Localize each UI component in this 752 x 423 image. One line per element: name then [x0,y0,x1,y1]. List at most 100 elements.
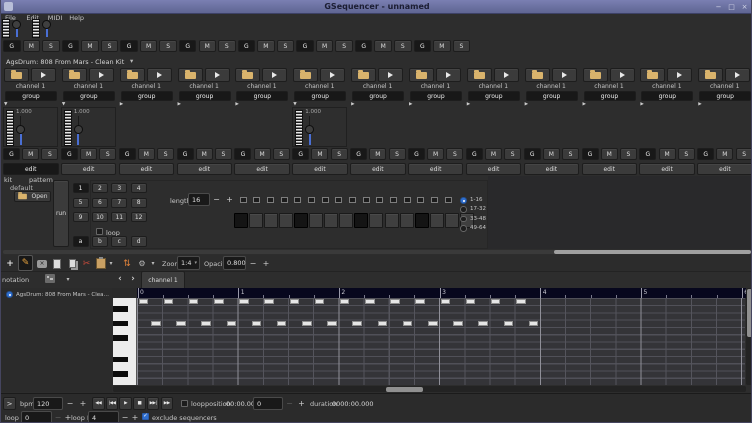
line-edit-button[interactable]: edit [3,163,59,175]
channel-open-button[interactable] [120,68,145,82]
note[interactable] [302,321,312,326]
note[interactable] [315,299,325,304]
output-s-button[interactable]: S [453,40,471,52]
stop-button[interactable]: ■ [133,397,146,410]
paste-button[interactable] [94,256,108,271]
channel-open-button[interactable] [640,68,665,82]
clear-tool-button[interactable]: × [35,256,49,271]
pattern-pad-1[interactable] [234,213,248,228]
note[interactable] [352,321,362,326]
line-edit-button[interactable]: edit [582,163,638,175]
bpm-minus-button[interactable]: − [64,397,76,410]
line-expand-icon[interactable]: ▶ [525,102,528,107]
pattern-pad-2[interactable] [249,213,263,228]
line-g-button[interactable]: G [697,148,714,160]
note[interactable] [516,299,526,304]
channel-group-button[interactable]: group [468,91,520,101]
note[interactable] [428,321,438,326]
line-g-button[interactable]: G [177,148,194,160]
line-m-button[interactable]: M [196,148,213,160]
channel-open-button[interactable] [583,68,608,82]
channel-open-button[interactable] [525,68,550,82]
output-s-button[interactable]: S [101,40,119,52]
line-expand-icon[interactable]: ▶ [120,102,123,107]
note[interactable] [340,299,350,304]
line-g-button[interactable]: G [61,148,78,160]
pattern-pad-9[interactable] [354,213,368,228]
pattern-index-5[interactable]: 5 [73,198,89,208]
line-m-button[interactable]: M [659,148,676,160]
exclude-sequencers-checkbox[interactable]: ✓ [142,413,149,420]
note[interactable] [139,299,149,304]
output-g-button[interactable]: G [296,40,314,52]
pattern-bank-a[interactable]: a [73,236,89,247]
line-edit-button[interactable]: edit [177,163,233,175]
maximize-button[interactable]: □ [726,1,737,12]
line-s-button[interactable]: S [562,148,579,160]
channel-play-button[interactable] [31,68,56,82]
channel-open-button[interactable] [351,68,376,82]
tab-channel-1[interactable]: channel 1 [141,271,185,289]
line-m-button[interactable]: M [485,148,502,160]
output-g-button[interactable]: G [3,40,21,52]
note[interactable] [441,299,451,304]
notation-hscrollbar-thumb[interactable] [386,387,423,392]
line-m-button[interactable]: M [543,148,560,160]
output-g-button[interactable]: G [414,40,432,52]
close-button[interactable]: × [739,1,750,12]
paste-dropdown-icon[interactable]: ▾ [107,256,115,271]
line-m-button[interactable]: M [716,148,733,160]
pattern-index-8[interactable]: 8 [131,198,147,208]
volume-slider-knob[interactable] [16,125,25,134]
position-tool-button[interactable]: + [3,256,17,271]
notation-dropdown-icon[interactable]: ▾ [63,274,73,284]
line-expand-icon[interactable]: ▶ [698,102,701,107]
line-expand-icon[interactable]: ▶ [409,102,412,107]
black-key[interactable] [113,306,128,312]
note[interactable] [277,321,287,326]
channel-group-button[interactable]: group [352,91,404,101]
opacity-minus-button[interactable]: − [247,256,259,270]
line-g-button[interactable]: G [292,148,309,160]
channel-play-button[interactable] [436,68,461,82]
channel-group-button[interactable]: group [294,91,346,101]
machine-menu-dropdown-icon[interactable]: ▾ [130,57,133,65]
offset-radio-49-64[interactable] [460,225,467,232]
offset-radio-1-16[interactable] [460,197,467,204]
pattern-index-2[interactable]: 2 [92,183,108,193]
channel-play-button[interactable] [89,68,114,82]
line-s-button[interactable]: S [620,148,637,160]
output-s-button[interactable]: S [277,40,295,52]
output-m-button[interactable]: M [199,40,217,52]
line-expand-icon[interactable]: ▶ [467,102,470,107]
output-m-button[interactable]: M [433,40,451,52]
line-expand-icon[interactable]: ▶ [640,102,643,107]
offset-radio-17-32[interactable] [460,206,467,213]
nav-loop-checkbox[interactable] [181,400,188,407]
channel-play-button[interactable] [205,68,230,82]
output-g-button[interactable]: G [120,40,138,52]
output-s-button[interactable]: S [394,40,412,52]
pattern-index-1[interactable]: 1 [73,183,89,193]
pattern-bank-c[interactable]: c [111,236,127,247]
line-g-button[interactable]: G [234,148,251,160]
line-s-button[interactable]: S [215,148,232,160]
tools-button[interactable]: ⚙ [135,256,149,271]
pattern-pad-4[interactable] [279,213,293,228]
note[interactable] [239,299,249,304]
line-m-button[interactable]: M [80,148,97,160]
bpm-plus-button[interactable]: + [77,397,89,410]
output-g-button[interactable]: G [355,40,373,52]
channel-group-button[interactable]: group [641,91,693,101]
pattern-pad-6[interactable] [309,213,323,228]
line-s-button[interactable]: S [736,148,752,160]
line-s-button[interactable]: S [504,148,521,160]
channel-play-button[interactable] [610,68,635,82]
note[interactable] [264,299,274,304]
loop-right-minus-button[interactable]: − [120,411,130,423]
note[interactable] [390,299,400,304]
line-m-button[interactable]: M [311,148,328,160]
loop-left-spin-value[interactable]: 0 [21,411,52,423]
pattern-pad-7[interactable] [324,213,338,228]
note[interactable] [378,321,388,326]
